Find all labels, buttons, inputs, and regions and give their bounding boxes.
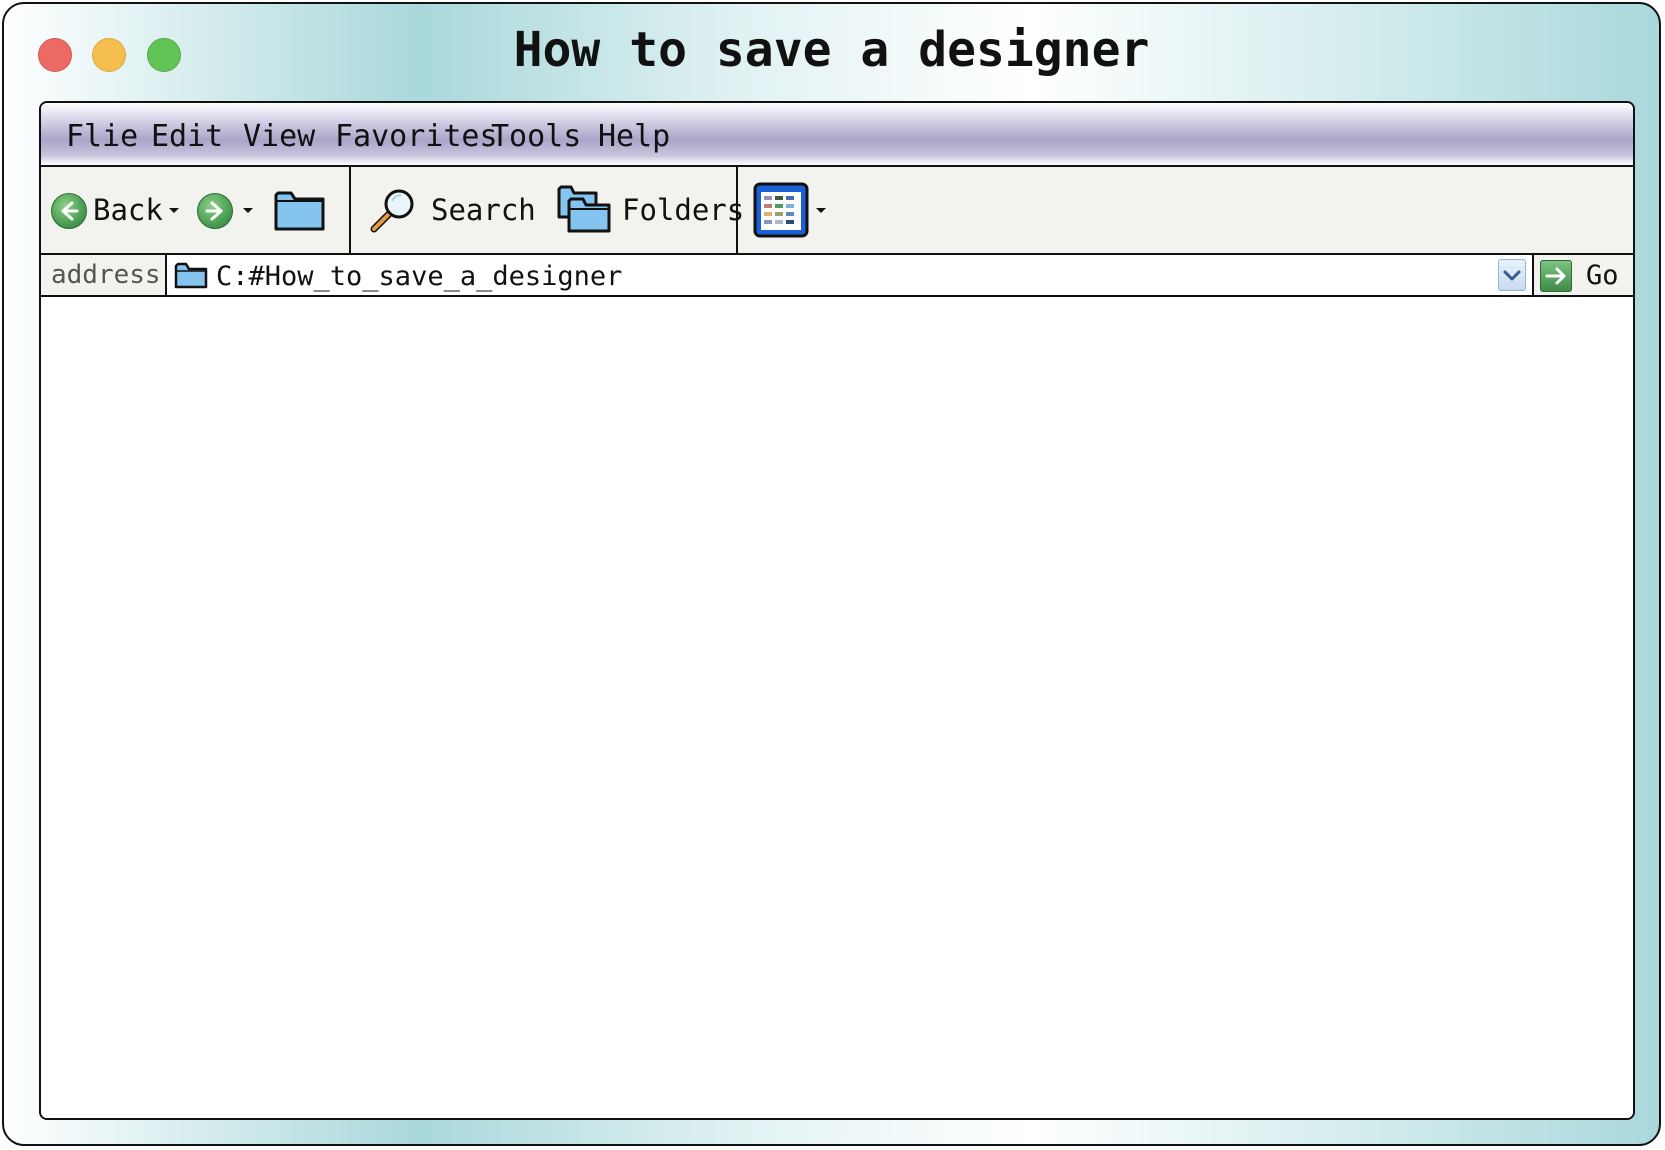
window: How to save a designer Flie Edit View Fa… (2, 2, 1661, 1146)
arrow-left-icon[interactable] (51, 193, 87, 229)
menu-bar: Flie Edit View Favorites Tools Help (41, 103, 1633, 167)
toolbar-separator (349, 167, 351, 253)
window-title: How to save a designer (513, 22, 1150, 78)
go-button[interactable]: Go (1532, 255, 1633, 295)
menu-edit[interactable]: Edit (151, 119, 223, 154)
address-input[interactable]: C:#How_to_save_a_designer (216, 261, 622, 292)
folder-icon[interactable] (273, 187, 327, 233)
go-arrow-icon (1540, 260, 1572, 292)
search-button[interactable]: Search (431, 193, 536, 227)
back-dropdown-icon[interactable] (169, 208, 179, 213)
explorer-panel: Flie Edit View Favorites Tools Help Back (39, 101, 1635, 1120)
back-button[interactable]: Back (93, 193, 163, 227)
folder-icon (174, 262, 208, 289)
address-bar: address C:#How_to_save_a_designer Go (41, 255, 1633, 297)
chevron-down-icon (1503, 270, 1521, 281)
toolbar-separator (736, 167, 738, 253)
menu-view[interactable]: View (243, 119, 315, 154)
address-label: address (51, 260, 161, 290)
forward-dropdown-icon[interactable] (243, 208, 253, 213)
go-label: Go (1586, 260, 1619, 291)
address-label-box: address (41, 255, 167, 295)
menu-tools[interactable]: Tools (491, 119, 581, 154)
toolbar: Back Search Folders (41, 167, 1633, 255)
magnifier-icon[interactable] (369, 185, 419, 235)
address-dropdown-button[interactable] (1498, 259, 1526, 291)
views-dropdown-icon[interactable] (816, 208, 826, 213)
views-icon[interactable] (753, 182, 809, 238)
folders-icon[interactable] (556, 183, 612, 235)
menu-favorites[interactable]: Favorites (335, 119, 498, 154)
folders-button[interactable]: Folders (622, 193, 744, 227)
menu-file[interactable]: Flie (66, 119, 138, 154)
menu-help[interactable]: Help (598, 119, 670, 154)
arrow-right-icon[interactable] (197, 193, 233, 229)
content-area[interactable] (41, 297, 1633, 1118)
